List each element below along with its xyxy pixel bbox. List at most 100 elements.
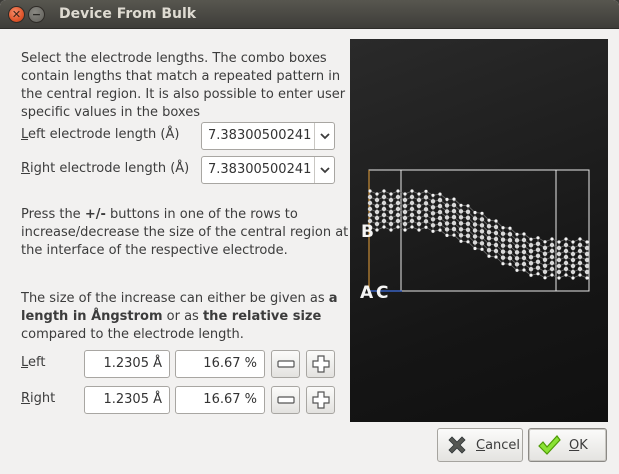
carbon-atom	[451, 202, 457, 208]
carbon-atom	[514, 244, 520, 249]
carbon-atom	[479, 223, 485, 228]
carbon-atom	[493, 248, 499, 254]
right-length-field[interactable]: 1.2305 Å	[84, 386, 170, 414]
left-electrode-dropdown-button[interactable]	[314, 123, 334, 149]
right-increase-button[interactable]	[306, 386, 335, 414]
window-title: Device From Bulk	[59, 6, 197, 22]
ok-button[interactable]: OK	[528, 428, 607, 462]
right-electrode-label: Right electrode length (Å)	[21, 161, 190, 176]
right-relative-field[interactable]: 16.67 %	[175, 386, 265, 414]
carbon-atom	[577, 266, 583, 272]
carbon-atom	[486, 224, 492, 229]
left-length-field[interactable]: 1.2305 Å	[84, 350, 170, 378]
carbon-atom	[444, 203, 450, 208]
carbon-atom	[388, 197, 394, 203]
carbon-atom	[437, 203, 443, 209]
carbon-atom	[486, 248, 492, 253]
carbon-atom	[486, 236, 492, 241]
carbon-atom	[423, 207, 429, 212]
carbon-atom	[451, 226, 457, 232]
hydrogen-atom	[480, 211, 484, 215]
hydrogen-atom	[543, 240, 547, 244]
carbon-atom	[556, 263, 562, 269]
carbon-atom	[423, 201, 429, 206]
hydrogen-atom	[382, 225, 386, 229]
carbon-atom	[465, 233, 471, 238]
carbon-atom	[444, 209, 450, 214]
carbon-atom	[423, 195, 429, 200]
right-electrode-dropdown-button[interactable]	[314, 157, 334, 183]
hydrogen-atom	[501, 226, 505, 230]
left-decrease-button[interactable]	[271, 350, 300, 378]
cancel-x-icon	[448, 436, 466, 454]
carbon-atom	[465, 221, 471, 226]
structure-preview[interactable]: B A C	[350, 39, 608, 422]
carbon-atom	[374, 203, 380, 209]
carbon-atom	[444, 227, 450, 232]
minimize-window-button[interactable]: −	[28, 6, 45, 23]
carbon-atom	[381, 212, 387, 218]
carbon-atom	[549, 242, 555, 248]
right-electrode-value[interactable]: 7.38300500241	[208, 162, 311, 177]
carbon-atom	[409, 218, 415, 224]
ok-label: OK	[569, 437, 588, 453]
carbon-atom	[563, 266, 569, 272]
close-window-button[interactable]: ✕	[8, 6, 25, 23]
carbon-atom	[577, 260, 583, 266]
hydrogen-atom	[487, 218, 491, 222]
carbon-atom	[437, 209, 443, 215]
hydrogen-atom	[375, 228, 379, 232]
left-electrode-combo[interactable]: 7.38300500241	[201, 122, 335, 150]
carbon-atom	[549, 254, 555, 260]
hydrogen-atom	[410, 225, 414, 229]
carbon-atom	[381, 200, 387, 206]
plus-icon	[311, 391, 330, 409]
carbon-atom	[374, 215, 380, 221]
hydrogen-atom	[452, 233, 456, 237]
carbon-atom	[444, 221, 450, 226]
hydrogen-atom	[396, 225, 400, 229]
left-electrode-value[interactable]: 7.38300500241	[208, 128, 311, 143]
hydrogen-atom	[438, 228, 442, 232]
carbon-atom	[535, 241, 541, 246]
carbon-atom	[542, 263, 548, 268]
hydrogen-atom	[522, 268, 526, 272]
carbon-atom	[563, 254, 569, 260]
hydrogen-atom	[522, 232, 526, 236]
carbon-atom	[577, 254, 583, 260]
carbon-atom	[430, 199, 436, 204]
carbon-atom	[584, 245, 590, 251]
carbon-atom	[395, 206, 401, 212]
hydrogen-atom	[410, 189, 414, 193]
hydrogen-atom	[389, 192, 393, 196]
carbon-atom	[521, 249, 527, 255]
carbon-atom	[542, 269, 548, 274]
left-increase-button[interactable]	[306, 350, 335, 378]
carbon-atom	[507, 256, 513, 261]
left-relative-field[interactable]: 16.67 %	[175, 350, 265, 378]
carbon-atom	[528, 249, 534, 254]
carbon-atom	[486, 230, 492, 235]
hydrogen-atom	[529, 237, 533, 241]
carbon-atom	[416, 215, 422, 221]
carbon-atom	[416, 221, 422, 227]
cancel-button[interactable]: Cancel	[437, 428, 523, 462]
right-electrode-combo[interactable]: 7.38300500241	[201, 156, 335, 184]
carbon-atom	[437, 221, 443, 227]
hydrogen-atom	[382, 189, 386, 193]
carbon-atom	[556, 257, 562, 263]
hydrogen-atom	[396, 189, 400, 193]
carbon-atom	[367, 212, 373, 218]
carbon-atom	[514, 262, 520, 267]
carbon-atom	[472, 240, 478, 245]
carbon-atom	[374, 209, 380, 215]
right-decrease-button[interactable]	[271, 386, 300, 414]
checkmark-icon	[538, 435, 561, 455]
carbon-atom	[563, 248, 569, 254]
carbon-atom	[472, 234, 478, 239]
atom-bonds	[369, 190, 588, 279]
hydrogen-atom	[368, 189, 372, 193]
hydrogen-atom	[466, 240, 470, 244]
cell-boxes	[368, 169, 590, 292]
carbon-atom	[374, 221, 380, 227]
